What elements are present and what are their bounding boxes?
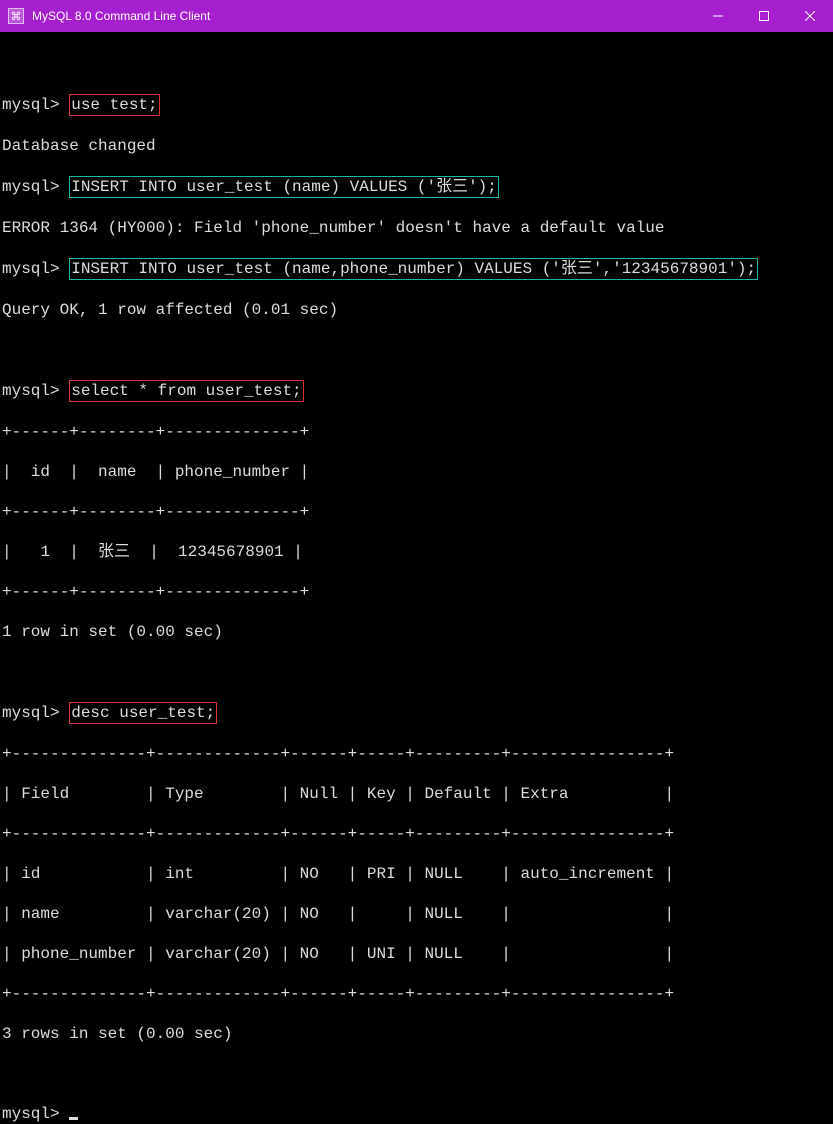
msg-query-ok: Query OK, 1 row affected (0.01 sec) [2,300,831,320]
cmd-line-select: mysql> select * from user_test; [2,380,831,402]
table2-border: +--------------+-------------+------+---… [2,744,831,764]
prompt: mysql> [2,1105,60,1123]
prompt: mysql> [2,382,60,400]
cmd-line-insert2: mysql> INSERT INTO user_test (name,phone… [2,258,831,280]
highlight-use: use test; [69,94,159,116]
table1-border: +------+--------+--------------+ [2,582,831,602]
highlight-select: select * from user_test; [69,380,303,402]
cmd-line-desc: mysql> desc user_test; [2,702,831,724]
table1-row: | 1 | 张三 | 12345678901 | [2,542,831,562]
highlight-desc: desc user_test; [69,702,217,724]
terminal-body[interactable]: mysql> use test; Database changed mysql>… [0,32,833,1124]
prompt-line: mysql> [2,1104,831,1124]
table2-row: | name | varchar(20) | NO | | NULL | | [2,904,831,924]
cursor [69,1117,78,1120]
maximize-button[interactable] [741,0,787,32]
table2-border: +--------------+-------------+------+---… [2,824,831,844]
prompt: mysql> [2,704,60,722]
blank-line [2,662,831,682]
app-icon: ⌘ [8,8,24,24]
prompt: mysql> [2,96,60,114]
msg-rows1: 1 row in set (0.00 sec) [2,622,831,642]
table2-row: | id | int | NO | PRI | NULL | auto_incr… [2,864,831,884]
close-button[interactable] [787,0,833,32]
error-msg: ERROR 1364 (HY000): Field 'phone_number'… [2,218,831,238]
cmd-line-use: mysql> use test; [2,94,831,116]
cmd-line-insert1: mysql> INSERT INTO user_test (name) VALU… [2,176,831,198]
window-title: MySQL 8.0 Command Line Client [32,9,210,23]
prompt: mysql> [2,178,60,196]
blank-line [2,340,831,360]
blank-line [2,1064,831,1084]
table2-border: +--------------+-------------+------+---… [2,984,831,1004]
msg-db-changed: Database changed [2,136,831,156]
table1-border: +------+--------+--------------+ [2,502,831,522]
table1-header: | id | name | phone_number | [2,462,831,482]
table2-row: | phone_number | varchar(20) | NO | UNI … [2,944,831,964]
table1-border: +------+--------+--------------+ [2,422,831,442]
highlight-insert2: INSERT INTO user_test (name,phone_number… [69,258,758,280]
window-controls [695,0,833,32]
titlebar: ⌘ MySQL 8.0 Command Line Client [0,0,833,32]
blank-line [2,54,831,74]
minimize-button[interactable] [695,0,741,32]
highlight-insert1: INSERT INTO user_test (name) VALUES ('张三… [69,176,499,198]
msg-rows2: 3 rows in set (0.00 sec) [2,1024,831,1044]
table2-header: | Field | Type | Null | Key | Default | … [2,784,831,804]
prompt: mysql> [2,260,60,278]
